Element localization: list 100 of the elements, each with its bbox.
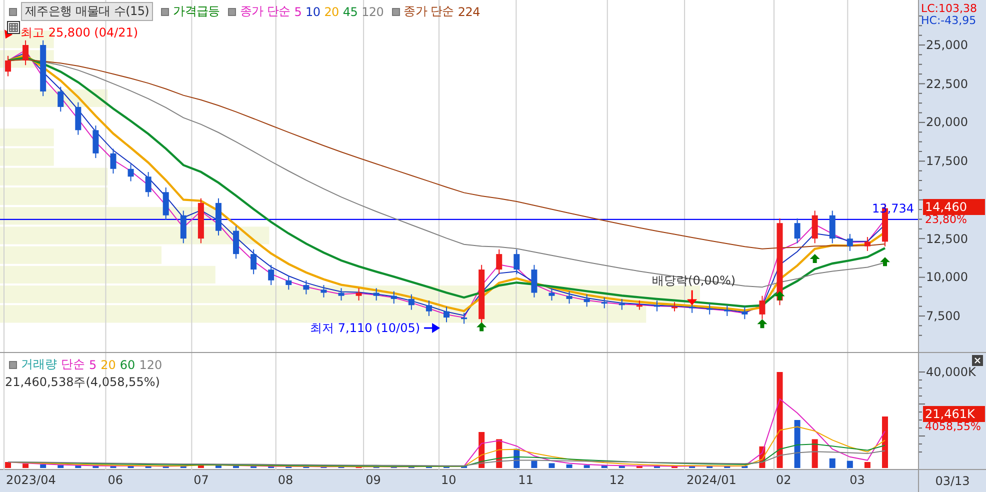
volume-bar [882,416,888,468]
up-arrow-icon [757,319,768,328]
candle [742,306,748,320]
volume-tag: 21,461K [923,406,985,422]
candle [759,295,766,320]
indicator-name[interactable]: 단순 [61,356,85,373]
grid-icon[interactable] [7,21,20,34]
date-label: 11 [518,473,534,487]
legend-marker-icon[interactable] [228,8,236,16]
period-label[interactable]: 224 [458,4,480,18]
volume-bar [584,465,590,468]
legend-marker-icon[interactable] [392,8,400,16]
volume-profile-band [0,128,54,146]
indicator-name[interactable]: 가격급등 [173,3,220,20]
candle [654,300,660,312]
candle [338,288,344,302]
date-label: 2023/04 [6,473,56,487]
candle [514,248,520,275]
up-arrow-icon [810,254,820,264]
candle [250,248,257,275]
candle [706,303,713,315]
candle [145,171,152,198]
axis-label: 10,000 [926,269,968,286]
candle [390,290,397,304]
candle [110,148,116,174]
up-arrow-icon [774,291,785,300]
volume-bar [689,466,696,468]
volume-bar [215,465,222,468]
period-label[interactable]: 60 [120,358,136,372]
volume-bar [566,464,572,468]
volume-bar [128,466,134,468]
candle [426,300,432,316]
candle [92,125,99,159]
candle [75,102,82,136]
period-label[interactable]: 45 [342,4,358,18]
candle [724,304,730,316]
candle [303,280,310,295]
high-label: 최고 25,800 (04/21) [20,26,138,40]
lc-value: LC:103,38 [921,2,978,15]
volume-bar [618,466,625,468]
candle [444,306,450,323]
up-arrow-icon [880,257,890,266]
candle [162,186,169,220]
volume-bar [812,439,818,468]
candle [584,294,590,308]
candle [128,164,134,182]
candle [198,198,204,244]
volume-bar [58,465,64,468]
volume-bar [180,466,186,468]
indicator-name[interactable]: 종가 단순 [404,3,454,20]
volume-bar [75,466,82,468]
period-label[interactable]: 120 [139,358,162,372]
change-percent: 4058,55% [925,420,981,434]
candle [531,264,538,298]
up-arrow-icon [476,322,487,332]
date-label: 03 [850,473,865,487]
legend-marker-icon[interactable] [9,8,17,16]
volume-bar [5,462,11,468]
period-label[interactable]: 5 [89,358,97,372]
legend-marker-icon[interactable] [9,360,17,368]
date-label: 2024/01 [686,473,736,487]
volume-bar [829,458,836,468]
chart-title[interactable]: 제주은행 매물대 수(15) [21,2,154,21]
candle [601,296,608,309]
change-percent: 23,80% [925,213,967,228]
candle [180,210,186,244]
candle [672,302,678,312]
candle [373,288,380,302]
volume-bar [794,420,800,468]
hc-value: HC:-43,95 [921,14,976,27]
date-label: 02 [776,473,792,487]
candle [829,210,836,244]
candle [794,218,800,244]
volume-bar [548,463,555,468]
volume-bar [846,460,853,468]
axis-label: 7,500 [926,308,960,324]
date-label: 09 [366,473,381,487]
date-label: 10 [440,473,456,487]
volume-bar [601,466,608,468]
period-label[interactable]: 10 [306,4,320,18]
axis-label: 17,500 [926,153,968,170]
candle [286,275,292,290]
candle [846,233,853,252]
volume-summary: 21,460,538주(4,058,55%) [5,374,161,391]
date-label: 07 [194,473,209,487]
legend-marker-icon[interactable] [161,8,170,16]
expand-icon[interactable] [972,355,983,366]
candle [812,210,818,244]
date-label: 03/13 [935,474,970,488]
indicator-name[interactable]: 종가 단순 [240,3,290,20]
candle [618,298,625,310]
candle [233,226,240,260]
candle [40,40,46,97]
candle [22,40,29,66]
candle [215,198,222,236]
candle [356,288,362,302]
axis-label: 25,000 [926,37,968,53]
period-label[interactable]: 5 [294,4,302,18]
period-label[interactable]: 120 [362,4,384,18]
indicator-name[interactable]: 거래량 [21,356,57,373]
